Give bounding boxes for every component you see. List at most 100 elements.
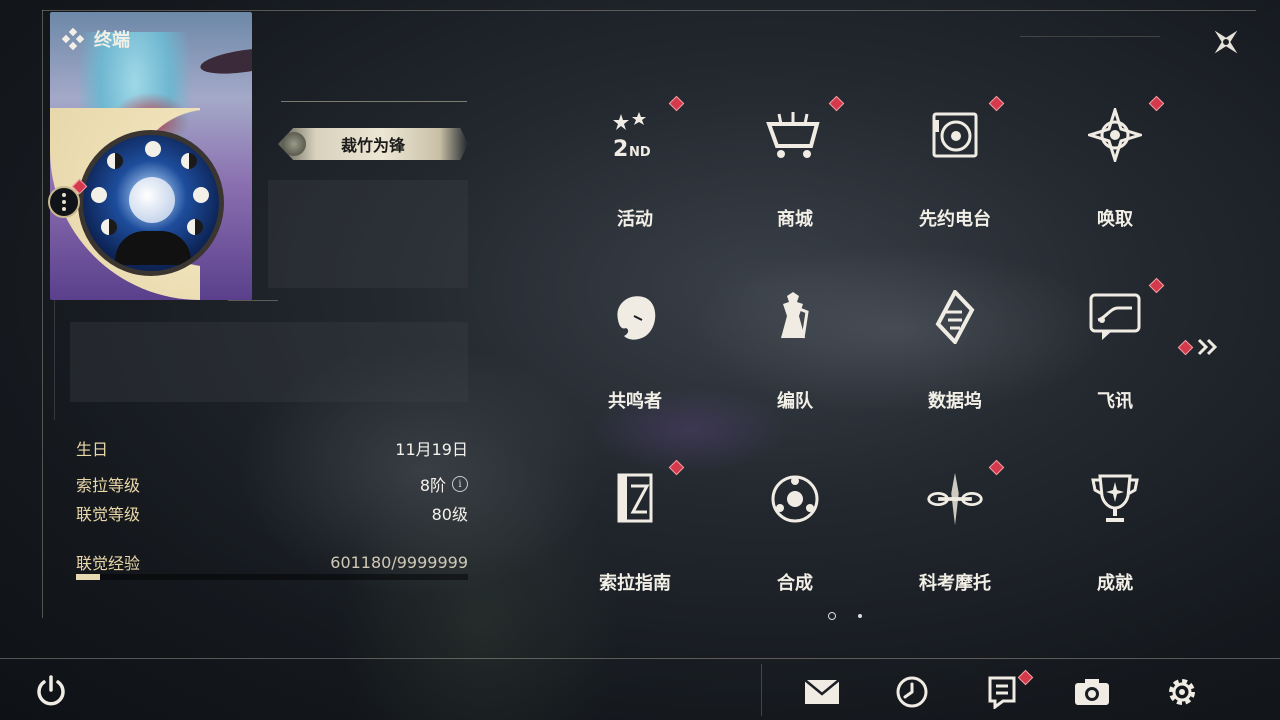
- full-moon-center: [129, 177, 175, 223]
- birthday-value: 11月19日: [395, 440, 468, 459]
- player-title-badge[interactable]: 裁竹为锋: [278, 128, 468, 160]
- team-chess-icon: [765, 287, 825, 347]
- settings-icon: [1169, 679, 1195, 705]
- close-star-icon: [1214, 30, 1238, 54]
- more-dot: [62, 207, 66, 211]
- title-divider: [281, 101, 467, 102]
- grid-item-label: 活动: [617, 209, 653, 230]
- union-exp-label: 联觉经验: [76, 554, 141, 573]
- terminal-header: 终端: [62, 26, 130, 52]
- sola-level-label: 索拉等级: [76, 476, 141, 495]
- player-signature-area[interactable]: [70, 322, 468, 402]
- notification-badge: [668, 459, 685, 476]
- info-icon[interactable]: i: [452, 476, 468, 492]
- page-dot-current[interactable]: [828, 612, 836, 620]
- grid-item-shop[interactable]: 商城: [745, 95, 845, 235]
- grid-item-label: 飞讯: [1097, 391, 1133, 412]
- mail-button[interactable]: [802, 672, 842, 712]
- union-level-label: 联觉等级: [76, 505, 141, 524]
- moon-phase-7: [107, 153, 123, 169]
- convene-icon: [1085, 105, 1145, 165]
- notification-badge: [1148, 95, 1165, 112]
- svg-text:ND: ND: [629, 145, 651, 160]
- more-dot: [62, 193, 66, 197]
- terminal-title: 终端: [94, 30, 130, 51]
- moon-phase-emblem[interactable]: [78, 130, 224, 276]
- grid-item-radio[interactable]: 先约电台: [905, 95, 1005, 235]
- hands-silhouette: [115, 231, 191, 265]
- grid-item-label: 合成: [777, 573, 813, 594]
- settings-button[interactable]: [1162, 672, 1202, 712]
- sola-level-row: 索拉等级 8阶 i: [76, 472, 468, 496]
- motorbike-icon: [925, 469, 985, 529]
- moon-phase-5: [101, 219, 117, 235]
- grid-item-label: 唤取: [1097, 209, 1133, 230]
- grid-item-synthesis[interactable]: 合成: [745, 459, 845, 599]
- frame-right-curve-line: [1020, 36, 1160, 37]
- camera-button[interactable]: [1072, 672, 1112, 712]
- notification-badge: [828, 95, 845, 112]
- grid-item-motorbike[interactable]: 科考摩托: [905, 459, 1005, 599]
- message-icon: [1085, 287, 1145, 347]
- union-exp-progress-bar: [76, 574, 468, 580]
- resonator-icon: [605, 287, 665, 347]
- player-name-area: [268, 180, 468, 288]
- grid-item-achievements[interactable]: 成就: [1065, 459, 1165, 599]
- power-icon: [37, 675, 65, 706]
- sola-level-value: 8阶: [419, 476, 446, 495]
- player-title-text: 裁竹为锋: [340, 136, 405, 155]
- moon-phase-4: [187, 219, 203, 235]
- notice-icon: [988, 676, 1016, 709]
- clock-button[interactable]: [892, 672, 932, 712]
- moon-phase-2: [181, 153, 197, 169]
- grid-item-label: 科考摩托: [919, 573, 991, 594]
- grid-item-convene[interactable]: 唤取: [1065, 95, 1165, 235]
- grid-item-label: 索拉指南: [599, 573, 671, 594]
- more-dot: [62, 200, 66, 204]
- grid-item-activity[interactable]: 2 ND 活动: [585, 95, 685, 235]
- birthday-row: 生日 11月19日: [76, 436, 468, 460]
- union-level-row: 联觉等级 80级: [76, 501, 468, 525]
- bottom-bar-divider: [0, 658, 1280, 659]
- power-button[interactable]: [34, 674, 68, 708]
- moon-phase-6: [91, 187, 107, 203]
- frame-top-line: [42, 10, 1256, 11]
- moon-phase-1: [145, 141, 161, 157]
- grid-item-data-bank[interactable]: 数据坞: [905, 277, 1005, 417]
- svg-text:2: 2: [613, 137, 628, 160]
- notice-badge: [1017, 669, 1034, 686]
- frame-left-line: [42, 10, 43, 618]
- page-dot[interactable]: [858, 614, 862, 618]
- mail-icon: [804, 679, 840, 704]
- notification-badge: [668, 95, 685, 112]
- event-2nd-icon: 2 ND: [605, 105, 665, 165]
- terminal-diamonds-icon: [62, 28, 84, 50]
- notice-button[interactable]: [982, 669, 1034, 712]
- frame-inner-left-line: [54, 300, 55, 420]
- title-emblem-icon: [282, 132, 306, 156]
- portrait-hat: [198, 43, 252, 79]
- data-bank-icon: [925, 287, 985, 347]
- synthesis-icon: [765, 469, 825, 529]
- close-button[interactable]: [1208, 24, 1244, 60]
- grid-item-guidebook[interactable]: 索拉指南: [585, 459, 685, 599]
- union-exp-row: 联觉经验 601180/9999999: [76, 550, 468, 574]
- next-page-button[interactable]: [1177, 338, 1219, 356]
- radio-icon: [925, 105, 985, 165]
- next-page-badge: [1177, 339, 1194, 355]
- grid-item-team[interactable]: 编队: [745, 277, 845, 417]
- notification-badge: [988, 459, 1005, 476]
- birthday-label: 生日: [76, 440, 109, 459]
- notification-badge: [1148, 277, 1165, 294]
- union-exp-progress-fill: [76, 574, 100, 580]
- grid-item-label: 成就: [1097, 573, 1133, 594]
- grid-item-resonators[interactable]: 共鸣者: [585, 277, 685, 417]
- moon-phase-3: [193, 187, 209, 203]
- notification-badge: [988, 95, 1005, 112]
- union-exp-value: 601180/9999999: [330, 552, 468, 572]
- grid-item-label: 编队: [777, 391, 813, 412]
- grid-item-label: 数据坞: [928, 391, 982, 412]
- grid-item-messages[interactable]: 飞讯: [1065, 277, 1165, 417]
- grid-item-label: 先约电台: [919, 209, 991, 230]
- shop-cart-icon: [765, 105, 825, 165]
